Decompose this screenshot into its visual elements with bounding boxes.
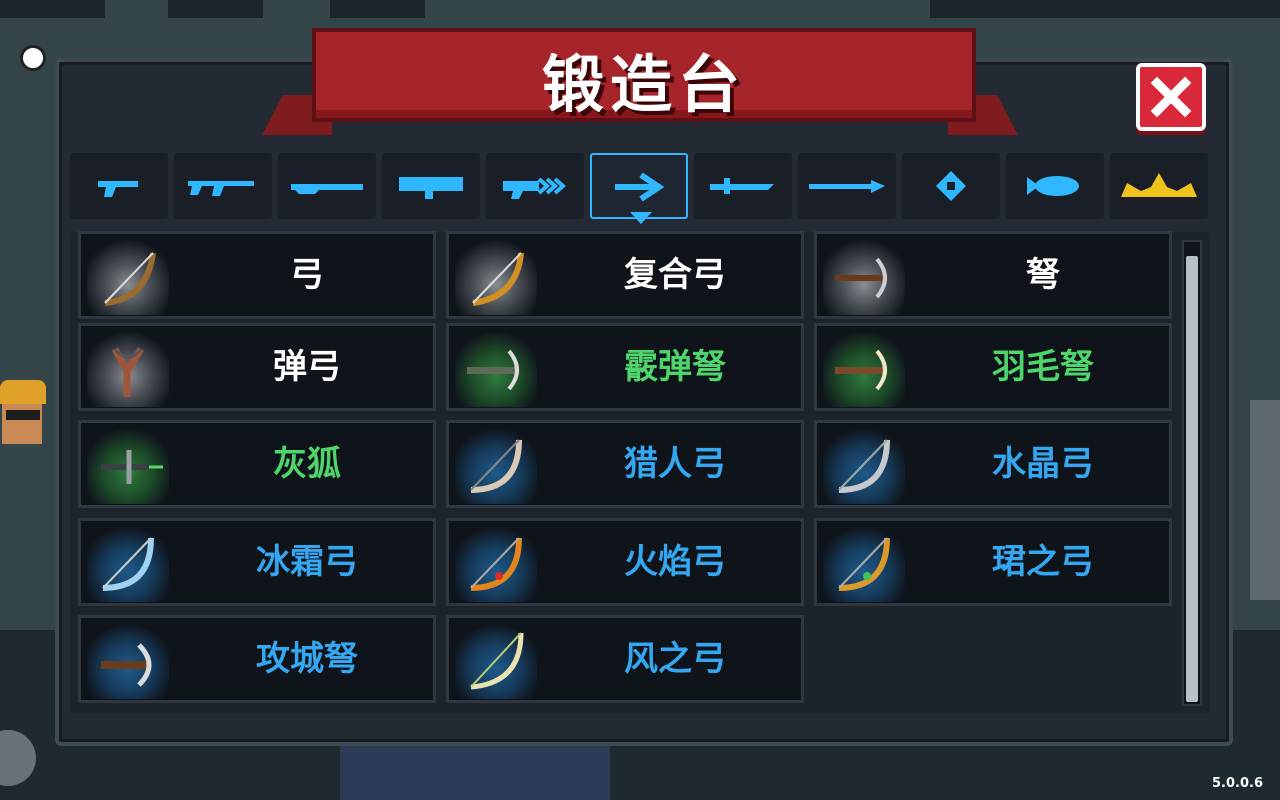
background-wall-trim — [0, 0, 105, 18]
npc-character — [1250, 400, 1280, 600]
item-name: 火焰弓 — [624, 542, 726, 582]
npc-character — [0, 380, 48, 460]
bow-icon — [87, 239, 169, 315]
selected-tab-indicator — [630, 212, 652, 224]
scrollbar-thumb[interactable] — [1186, 256, 1198, 702]
fish-icon — [1027, 176, 1079, 196]
item-card[interactable]: 灰狐 — [78, 420, 436, 508]
crown-icon — [1121, 173, 1197, 197]
tab-sword[interactable] — [694, 153, 792, 219]
item-name: 攻城弩 — [256, 639, 358, 679]
item-card[interactable]: 弹弓 — [78, 323, 436, 411]
bow-icon — [87, 526, 169, 602]
tab-shuriken[interactable] — [902, 153, 1000, 219]
background-wall-trim — [930, 0, 1280, 18]
slingshot-icon — [87, 331, 169, 407]
item-card[interactable]: 攻城弩 — [78, 615, 436, 703]
item-card[interactable]: 冰霜弓 — [78, 518, 436, 606]
close-button[interactable] — [1136, 63, 1206, 131]
item-name: 风之弓 — [624, 639, 726, 679]
rifle-icon — [188, 181, 254, 196]
item-name: 水晶弓 — [992, 444, 1094, 484]
page-title: 锻造台 — [541, 48, 746, 121]
compound-bow-icon — [455, 239, 537, 315]
item-name: 羽毛弩 — [992, 347, 1094, 387]
shotgun-icon — [291, 184, 363, 194]
item-card[interactable]: 弩 — [814, 231, 1172, 319]
sword-icon — [710, 178, 774, 194]
status-dot-icon — [20, 45, 46, 71]
item-card[interactable]: 风之弓 — [446, 615, 804, 703]
close-icon — [1150, 76, 1192, 118]
item-name: 弩 — [1026, 255, 1060, 295]
background-wall-trim — [330, 0, 425, 18]
spear-icon — [809, 180, 885, 193]
bow-icon — [455, 623, 537, 699]
launcher-icon — [399, 177, 463, 199]
item-card[interactable]: 火焰弓 — [446, 518, 804, 606]
tab-bow[interactable] — [590, 153, 688, 219]
laser-gun-icon — [503, 177, 567, 199]
item-name: 冰霜弓 — [256, 542, 358, 582]
crossbow-icon — [823, 239, 905, 315]
item-card[interactable]: 珺之弓 — [814, 518, 1172, 606]
item-card[interactable]: 霰弹弩 — [446, 323, 804, 411]
item-card[interactable]: 复合弓 — [446, 231, 804, 319]
bow-icon — [455, 526, 537, 602]
bow-icon — [823, 428, 905, 504]
item-card[interactable]: 弓 — [78, 231, 436, 319]
weapon-category-tabs — [70, 153, 1210, 219]
crossbow-icon — [87, 623, 169, 699]
item-name: 复合弓 — [624, 255, 726, 295]
crossbow-icon — [455, 331, 537, 407]
bow-icon — [455, 428, 537, 504]
item-name: 灰狐 — [273, 444, 341, 484]
tab-shotgun[interactable] — [278, 153, 376, 219]
item-name: 珺之弓 — [992, 542, 1094, 582]
tab-spear[interactable] — [798, 153, 896, 219]
tab-launcher[interactable] — [382, 153, 480, 219]
version-label: 5.0.0.6 — [1212, 776, 1263, 791]
shuriken-icon — [936, 171, 966, 201]
item-name: 弓 — [290, 255, 324, 295]
item-card[interactable]: 水晶弓 — [814, 420, 1172, 508]
tab-fish[interactable] — [1006, 153, 1104, 219]
item-name: 猎人弓 — [624, 444, 726, 484]
bow-icon — [823, 526, 905, 602]
crossbow-icon — [87, 428, 169, 504]
tab-special[interactable] — [1110, 153, 1208, 219]
background-wall-trim — [168, 0, 263, 18]
item-name: 弹弓 — [273, 347, 341, 387]
tab-laser[interactable] — [486, 153, 584, 219]
pistol-icon — [98, 181, 138, 197]
item-card[interactable]: 猎人弓 — [446, 420, 804, 508]
crossbow-icon — [823, 331, 905, 407]
title-banner: 锻造台 — [312, 28, 976, 122]
tab-pistol[interactable] — [70, 153, 168, 219]
bow-icon — [615, 172, 665, 202]
tab-rifle[interactable] — [174, 153, 272, 219]
item-name: 霰弹弩 — [624, 347, 726, 387]
item-card[interactable]: 羽毛弩 — [814, 323, 1172, 411]
